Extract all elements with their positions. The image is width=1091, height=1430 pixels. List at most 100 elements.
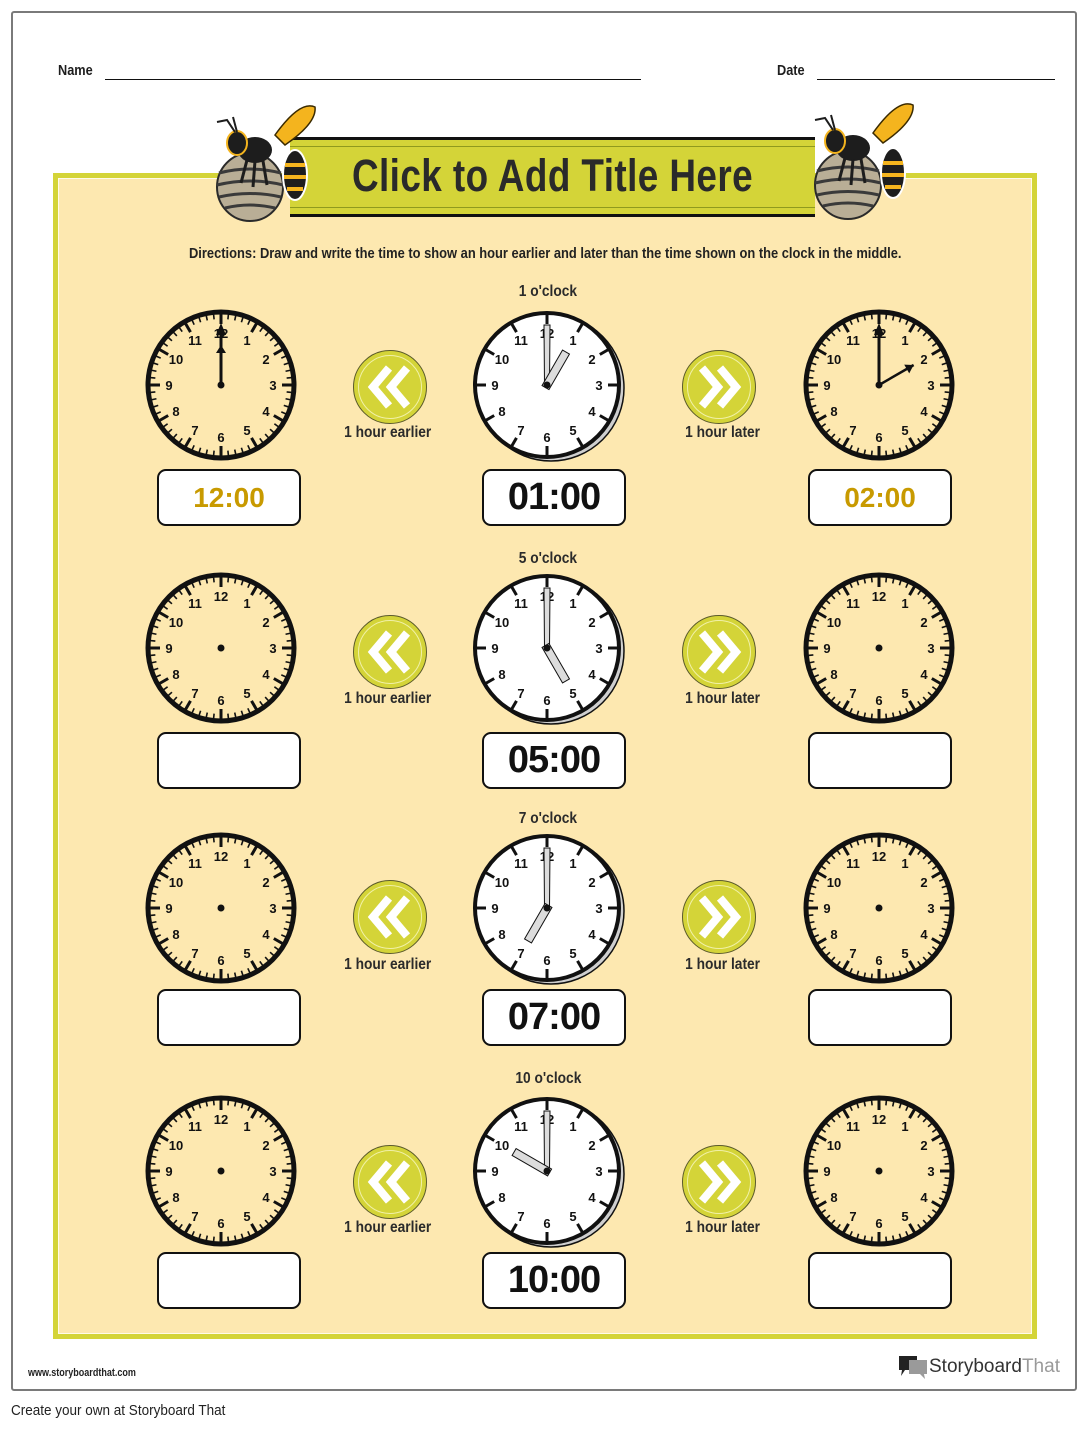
earlier-arrow-button[interactable] bbox=[353, 350, 427, 424]
earlier-label: 1 hour earlier bbox=[308, 424, 468, 442]
minute-tick bbox=[944, 639, 950, 642]
later-time-input[interactable] bbox=[808, 989, 952, 1046]
brand-suffix: That bbox=[1021, 1356, 1060, 1377]
clock-numeral: 9 bbox=[165, 1164, 172, 1179]
later-label-text: 1 hour later bbox=[685, 956, 761, 973]
later-time-input[interactable] bbox=[808, 1252, 952, 1309]
minute-tick bbox=[863, 315, 867, 321]
minute-tick bbox=[233, 1235, 237, 1241]
minute-tick bbox=[809, 1183, 815, 1187]
later-time-input[interactable] bbox=[808, 732, 952, 789]
clock-numeral: 3 bbox=[927, 378, 934, 393]
clock-numeral: 7 bbox=[191, 946, 198, 961]
clock-numeral: 12 bbox=[214, 849, 228, 864]
minute-tick bbox=[285, 632, 291, 636]
minute-tick bbox=[205, 712, 209, 718]
minute-tick bbox=[285, 397, 291, 401]
clock-numeral: 5 bbox=[243, 686, 250, 701]
minute-tick bbox=[212, 577, 215, 583]
clock-numeral: 5 bbox=[901, 946, 908, 961]
clock-numeral: 4 bbox=[588, 404, 596, 419]
analog-clock-later[interactable]: 123456789101112 bbox=[801, 570, 957, 726]
earlier-time-input[interactable]: 12:00 bbox=[157, 469, 301, 526]
analog-clock-later[interactable]: 123456789101112 bbox=[801, 1093, 957, 1249]
wasp-nest bbox=[216, 152, 284, 222]
page-title[interactable]: Click to Add Title Here bbox=[337, 150, 768, 202]
clock-numeral: 7 bbox=[517, 686, 524, 701]
minute-tick bbox=[885, 1100, 888, 1106]
clock-numeral: 7 bbox=[517, 423, 524, 438]
earlier-label-text: 1 hour earlier bbox=[344, 956, 432, 973]
analog-clock-earlier[interactable]: 123456789101112 bbox=[143, 830, 299, 986]
clock-center-pin bbox=[217, 381, 225, 389]
clock-numeral: 9 bbox=[491, 901, 498, 916]
minute-tick bbox=[891, 1101, 895, 1107]
clock-numeral: 9 bbox=[823, 1164, 830, 1179]
double-chevron-left-icon bbox=[367, 1159, 410, 1204]
later-arrow-button[interactable] bbox=[682, 615, 756, 689]
double-chevron-right-icon bbox=[698, 894, 741, 939]
clock-numeral: 10 bbox=[495, 1138, 509, 1153]
analog-clock-earlier[interactable]: 123456789101112 bbox=[143, 1093, 299, 1249]
minute-tick bbox=[863, 972, 867, 978]
later-arrow-button[interactable] bbox=[682, 880, 756, 954]
later-arrow-button[interactable] bbox=[682, 350, 756, 424]
clock-numeral: 2 bbox=[588, 352, 595, 367]
clock-numeral: 6 bbox=[875, 953, 882, 968]
minute-tick bbox=[233, 838, 237, 844]
minute-tick bbox=[285, 892, 291, 896]
minute-tick bbox=[885, 314, 888, 320]
minute-tick bbox=[212, 1100, 215, 1106]
clock-numeral: 2 bbox=[588, 1138, 595, 1153]
minute-tick bbox=[944, 376, 950, 379]
later-time-input[interactable]: 02:00 bbox=[808, 469, 952, 526]
clock-center-pin bbox=[875, 381, 883, 389]
later-arrow-button[interactable] bbox=[682, 1145, 756, 1219]
clock-numeral: 10 bbox=[169, 352, 183, 367]
clock-numeral: 7 bbox=[191, 686, 198, 701]
clock-numeral: 9 bbox=[165, 641, 172, 656]
storyboardthat-logo[interactable]: StoryboardThat bbox=[897, 1354, 1060, 1380]
clock-numeral: 11 bbox=[846, 596, 860, 611]
minute-tick bbox=[286, 376, 292, 379]
center-time-label: 7 o'clock bbox=[468, 810, 628, 828]
name-field[interactable] bbox=[105, 79, 641, 80]
directions-label: Directions: Draw and write the time to s… bbox=[188, 245, 902, 262]
minute-tick bbox=[227, 837, 230, 843]
center-time-label-text: 7 o'clock bbox=[518, 810, 578, 827]
analog-clock-later[interactable]: 123456789101112 bbox=[801, 307, 957, 463]
clock-numeral: 10 bbox=[169, 615, 183, 630]
earlier-time-input[interactable] bbox=[157, 1252, 301, 1309]
minute-tick bbox=[151, 1155, 157, 1159]
clock-numeral: 7 bbox=[849, 686, 856, 701]
clock-numeral: 8 bbox=[830, 1190, 837, 1205]
minute-tick bbox=[809, 892, 815, 896]
clock-numeral: 1 bbox=[569, 596, 576, 611]
earlier-arrow-button[interactable] bbox=[353, 615, 427, 689]
credit-link[interactable]: Create your own at Storyboard That bbox=[11, 1402, 225, 1419]
minute-tick bbox=[150, 376, 156, 379]
analog-clock-earlier[interactable]: 123456789101112 bbox=[143, 307, 299, 463]
clock-numeral: 1 bbox=[569, 333, 576, 348]
analog-clock-given: 123456789101112 bbox=[473, 574, 625, 725]
clock-numeral: 7 bbox=[849, 946, 856, 961]
analog-clock-earlier[interactable]: 123456789101112 bbox=[143, 570, 299, 726]
clock-numeral: 8 bbox=[172, 404, 179, 419]
minute-tick bbox=[286, 1177, 292, 1180]
minute-tick bbox=[808, 639, 814, 642]
minute-tick bbox=[227, 1100, 230, 1106]
footer-url[interactable]: www.storyboardthat.com bbox=[28, 1367, 136, 1379]
earlier-time-input[interactable] bbox=[157, 732, 301, 789]
center-time-label: 10 o'clock bbox=[468, 1070, 628, 1088]
earlier-arrow-button[interactable] bbox=[353, 1145, 427, 1219]
title-banner[interactable]: Click to Add Title Here bbox=[290, 137, 815, 217]
minute-tick bbox=[863, 449, 867, 455]
minute-tick bbox=[151, 1183, 157, 1187]
clock-center-pin bbox=[543, 904, 551, 912]
minute-tick bbox=[233, 1101, 237, 1107]
brand-main: Storyboard bbox=[929, 1356, 1022, 1377]
date-field[interactable] bbox=[817, 79, 1055, 80]
earlier-time-input[interactable] bbox=[157, 989, 301, 1046]
analog-clock-later[interactable]: 123456789101112 bbox=[801, 830, 957, 986]
earlier-arrow-button[interactable] bbox=[353, 880, 427, 954]
